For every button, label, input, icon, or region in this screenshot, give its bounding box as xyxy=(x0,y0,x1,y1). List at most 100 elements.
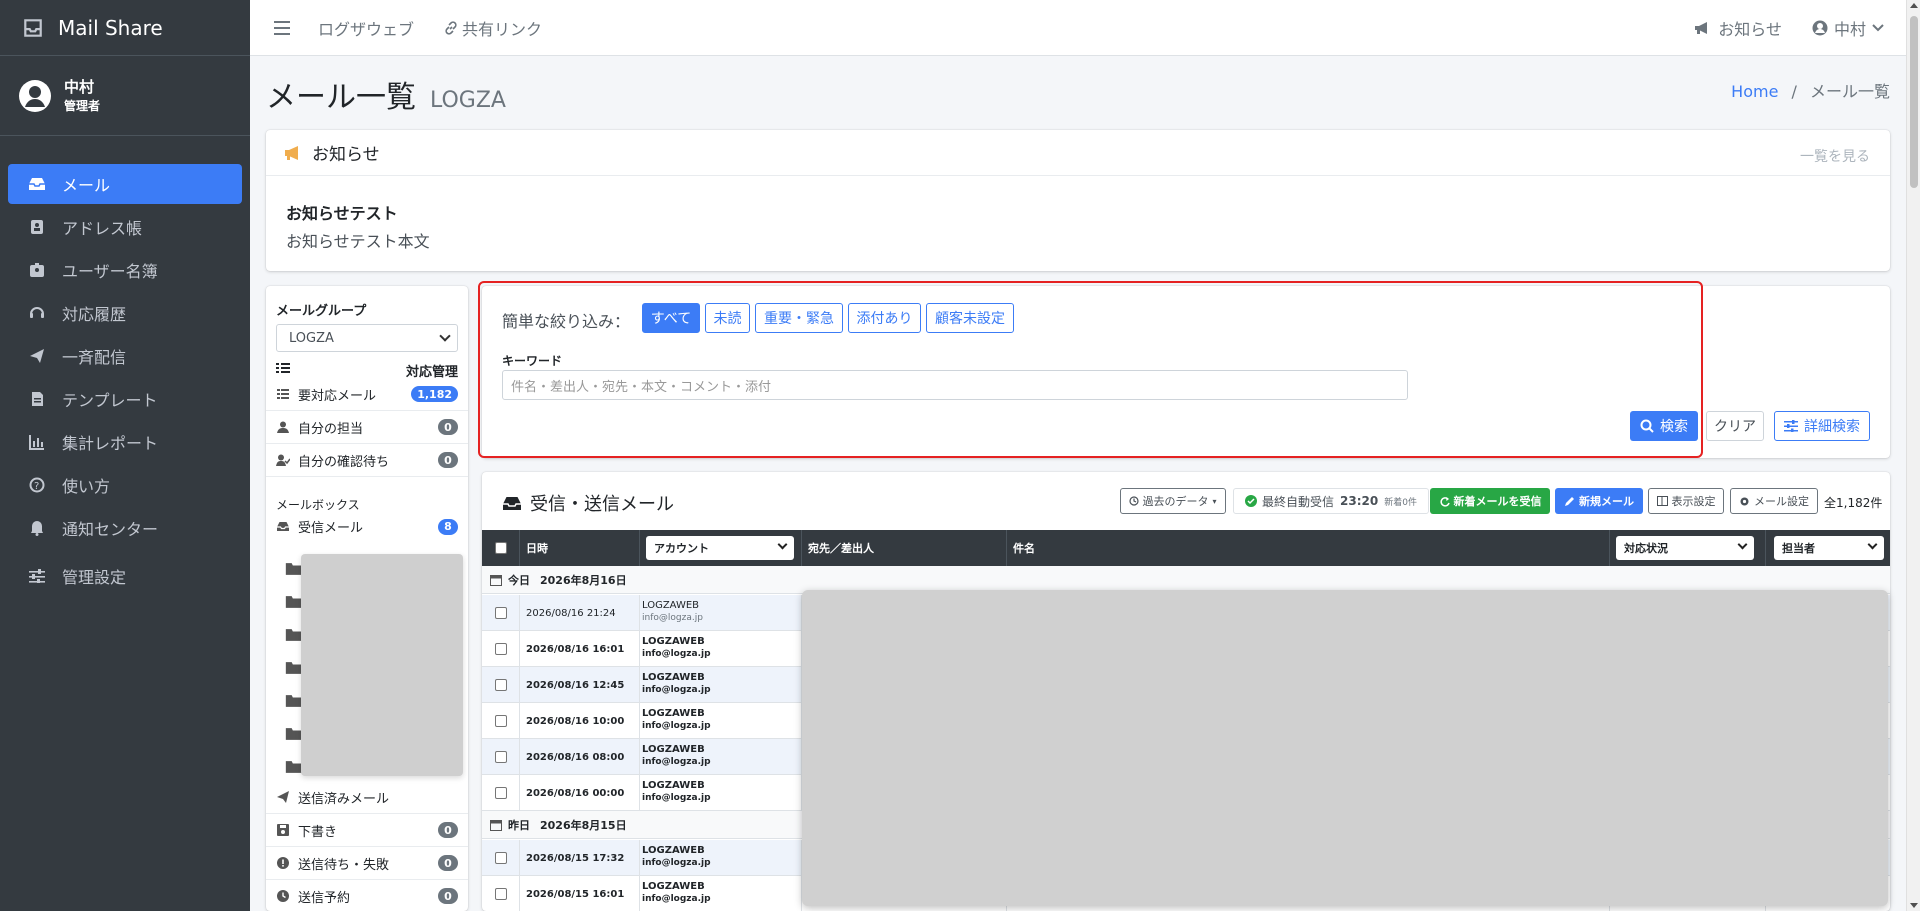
paper-plane-icon xyxy=(276,790,290,804)
chevron-down-icon xyxy=(1872,24,1884,32)
row-checkbox[interactable] xyxy=(494,643,507,655)
assignee-filter-label: 担当者 xyxy=(1782,542,1815,555)
table-cell: 2026/08/16 12:45 xyxy=(520,667,640,703)
sidebar-item-reports[interactable]: 集計レポート xyxy=(8,422,242,462)
sidebar-item-broadcast[interactable]: 一斉配信 xyxy=(8,336,242,376)
sidebar-item-history[interactable]: 対応履歴 xyxy=(8,293,242,333)
row-account-name: LOGZAWEB xyxy=(642,845,705,856)
row-checkbox[interactable] xyxy=(494,787,507,799)
drafts-count: 0 xyxy=(438,822,458,838)
app-name: Mail Share xyxy=(58,15,163,40)
inbox-label: 受信メール xyxy=(298,521,364,536)
shared-link-label: 共有リンク xyxy=(462,19,543,39)
select-all-checkbox[interactable] xyxy=(494,542,507,554)
assignee-filter-select[interactable]: 担当者 xyxy=(1774,536,1884,560)
table-cell xyxy=(482,840,520,876)
notice-card-header: お知らせ 一覧を見る xyxy=(266,130,1890,176)
my-assigned-count: 0 xyxy=(438,419,458,435)
scroll-down-arrow[interactable] xyxy=(1910,903,1918,908)
display-settings-button[interactable]: 表示設定 xyxy=(1648,488,1724,514)
mail-settings-button[interactable]: メール設定 xyxy=(1730,488,1818,514)
row-checkbox[interactable] xyxy=(494,852,507,864)
column-date[interactable]: 日時 xyxy=(520,530,640,566)
user-avatar-icon xyxy=(19,79,51,112)
past-data-dropdown[interactable]: 過去のデータ ▾ xyxy=(1120,488,1226,514)
sidebar-item-admin-settings[interactable]: 管理設定 xyxy=(8,556,242,596)
calendar-icon xyxy=(490,819,502,831)
column-subject[interactable]: 件名 xyxy=(1007,530,1610,566)
scroll-thumb[interactable] xyxy=(1910,16,1918,188)
date-group-label: 今日 xyxy=(508,573,530,587)
row-checkbox[interactable] xyxy=(494,607,507,619)
receive-mail-button[interactable]: 新着メールを受信 xyxy=(1430,488,1550,514)
row-checkbox[interactable] xyxy=(494,888,507,900)
row-checkbox[interactable] xyxy=(494,715,507,727)
row-account-name: LOGZAWEB xyxy=(642,708,705,719)
pencil-icon xyxy=(1565,496,1574,506)
bell-icon xyxy=(26,518,48,538)
mail-group-select[interactable]: LOGZA xyxy=(276,324,458,352)
new-mail-button[interactable]: 新規メール xyxy=(1555,488,1643,514)
drafts-label: 下書き xyxy=(298,824,338,840)
sidebar-item-label: メール xyxy=(62,176,111,195)
sidebar-item-notifications[interactable]: 通知センター xyxy=(8,508,242,548)
column-to-from[interactable]: 宛先／差出人 xyxy=(802,530,1007,566)
check-circle-icon xyxy=(1245,495,1258,507)
row-account: LOGZAWEB info@logza.jp xyxy=(642,881,711,905)
scheduled-count: 0 xyxy=(438,888,458,904)
clear-button[interactable]: クリア xyxy=(1706,411,1764,441)
auto-receive-status: 最終自動受信 23:20 新着0件 xyxy=(1233,488,1429,514)
inbox-item[interactable]: 受信メール 8 xyxy=(266,510,468,543)
chevron-down-icon xyxy=(777,539,788,550)
scheduled-item[interactable]: 送信予約 0 xyxy=(266,880,468,911)
shared-link[interactable]: 共有リンク xyxy=(444,16,542,40)
drafts-item[interactable]: 下書き 0 xyxy=(266,814,468,847)
row-account: LOGZAWEB info@logza.jp xyxy=(642,780,711,804)
row-account: LOGZAWEB info@logza.jp xyxy=(642,672,711,696)
row-account-name: LOGZAWEB xyxy=(642,636,705,647)
sidebar-item-user-directory[interactable]: ユーザー名簿 xyxy=(8,250,242,290)
date-group-label: 昨日 xyxy=(508,818,530,832)
sent-mail-item[interactable]: 送信済みメール xyxy=(266,781,468,814)
sidebar-item-templates[interactable]: テンプレート xyxy=(8,379,242,419)
hamburger-menu-icon[interactable] xyxy=(274,20,290,35)
page-scrollbar[interactable] xyxy=(1906,0,1920,911)
user-menu[interactable]: 中村 xyxy=(1812,16,1884,40)
table-cell: 2026/08/16 00:00 xyxy=(520,775,640,811)
user-panel[interactable]: 中村 管理者 xyxy=(0,56,250,136)
brand[interactable]: Mail Share xyxy=(0,0,250,56)
my-confirmation-item[interactable]: 自分の確認待ち 0 xyxy=(266,444,468,477)
logza-web-link[interactable]: ログザウェブ xyxy=(318,16,414,40)
table-cell xyxy=(482,595,520,631)
breadcrumb-home[interactable]: Home xyxy=(1731,82,1778,101)
table-cell: 2026/08/16 10:00 xyxy=(520,703,640,739)
sidebar-item-address-book[interactable]: アドレス帳 xyxy=(8,207,242,247)
last-auto-label: 最終自動受信 xyxy=(1262,494,1335,509)
table-cell xyxy=(482,876,520,911)
column-account: アカウント xyxy=(640,530,802,566)
advanced-search-label: 詳細検索 xyxy=(1804,419,1860,435)
outbox-failed-item[interactable]: 送信待ち・失敗 0 xyxy=(266,847,468,880)
column-status: 対応状況 xyxy=(1610,530,1766,566)
table-cell xyxy=(482,703,520,739)
new-mail-label: 新規メール xyxy=(1579,495,1634,508)
advanced-search-button[interactable]: 詳細検索 xyxy=(1774,411,1870,441)
sidebar-nav: メール アドレス帳 ユーザー名簿 対応履歴 一斉配信 テンプレート 集計レポート… xyxy=(0,136,250,596)
sidebar-item-mail[interactable]: メール xyxy=(8,164,242,204)
status-filter-select[interactable]: 対応状況 xyxy=(1616,536,1754,560)
tasks-icon xyxy=(276,363,290,373)
notice-view-all-link[interactable]: 一覧を見る xyxy=(1800,146,1870,166)
notice-item-title[interactable]: お知らせテスト xyxy=(286,200,398,224)
row-checkbox[interactable] xyxy=(494,751,507,763)
notice-menu[interactable]: お知らせ xyxy=(1694,16,1782,40)
row-checkbox[interactable] xyxy=(494,679,507,691)
action-required-item[interactable]: 要対応メール 1,182 xyxy=(266,378,468,411)
sidebar-item-label: ユーザー名簿 xyxy=(62,262,158,281)
notice-menu-label: お知らせ xyxy=(1718,20,1782,39)
row-account-name: LOGZAWEB xyxy=(642,672,705,683)
scroll-up-arrow[interactable] xyxy=(1910,3,1918,8)
sidebar-item-help[interactable]: ? 使い方 xyxy=(8,465,242,505)
sidebar: Mail Share 中村 管理者 メール アドレス帳 ユーザー名簿 対応履歴 … xyxy=(0,0,250,911)
account-filter-select[interactable]: アカウント xyxy=(646,536,794,560)
my-assigned-item[interactable]: 自分の担当 0 xyxy=(266,411,468,444)
